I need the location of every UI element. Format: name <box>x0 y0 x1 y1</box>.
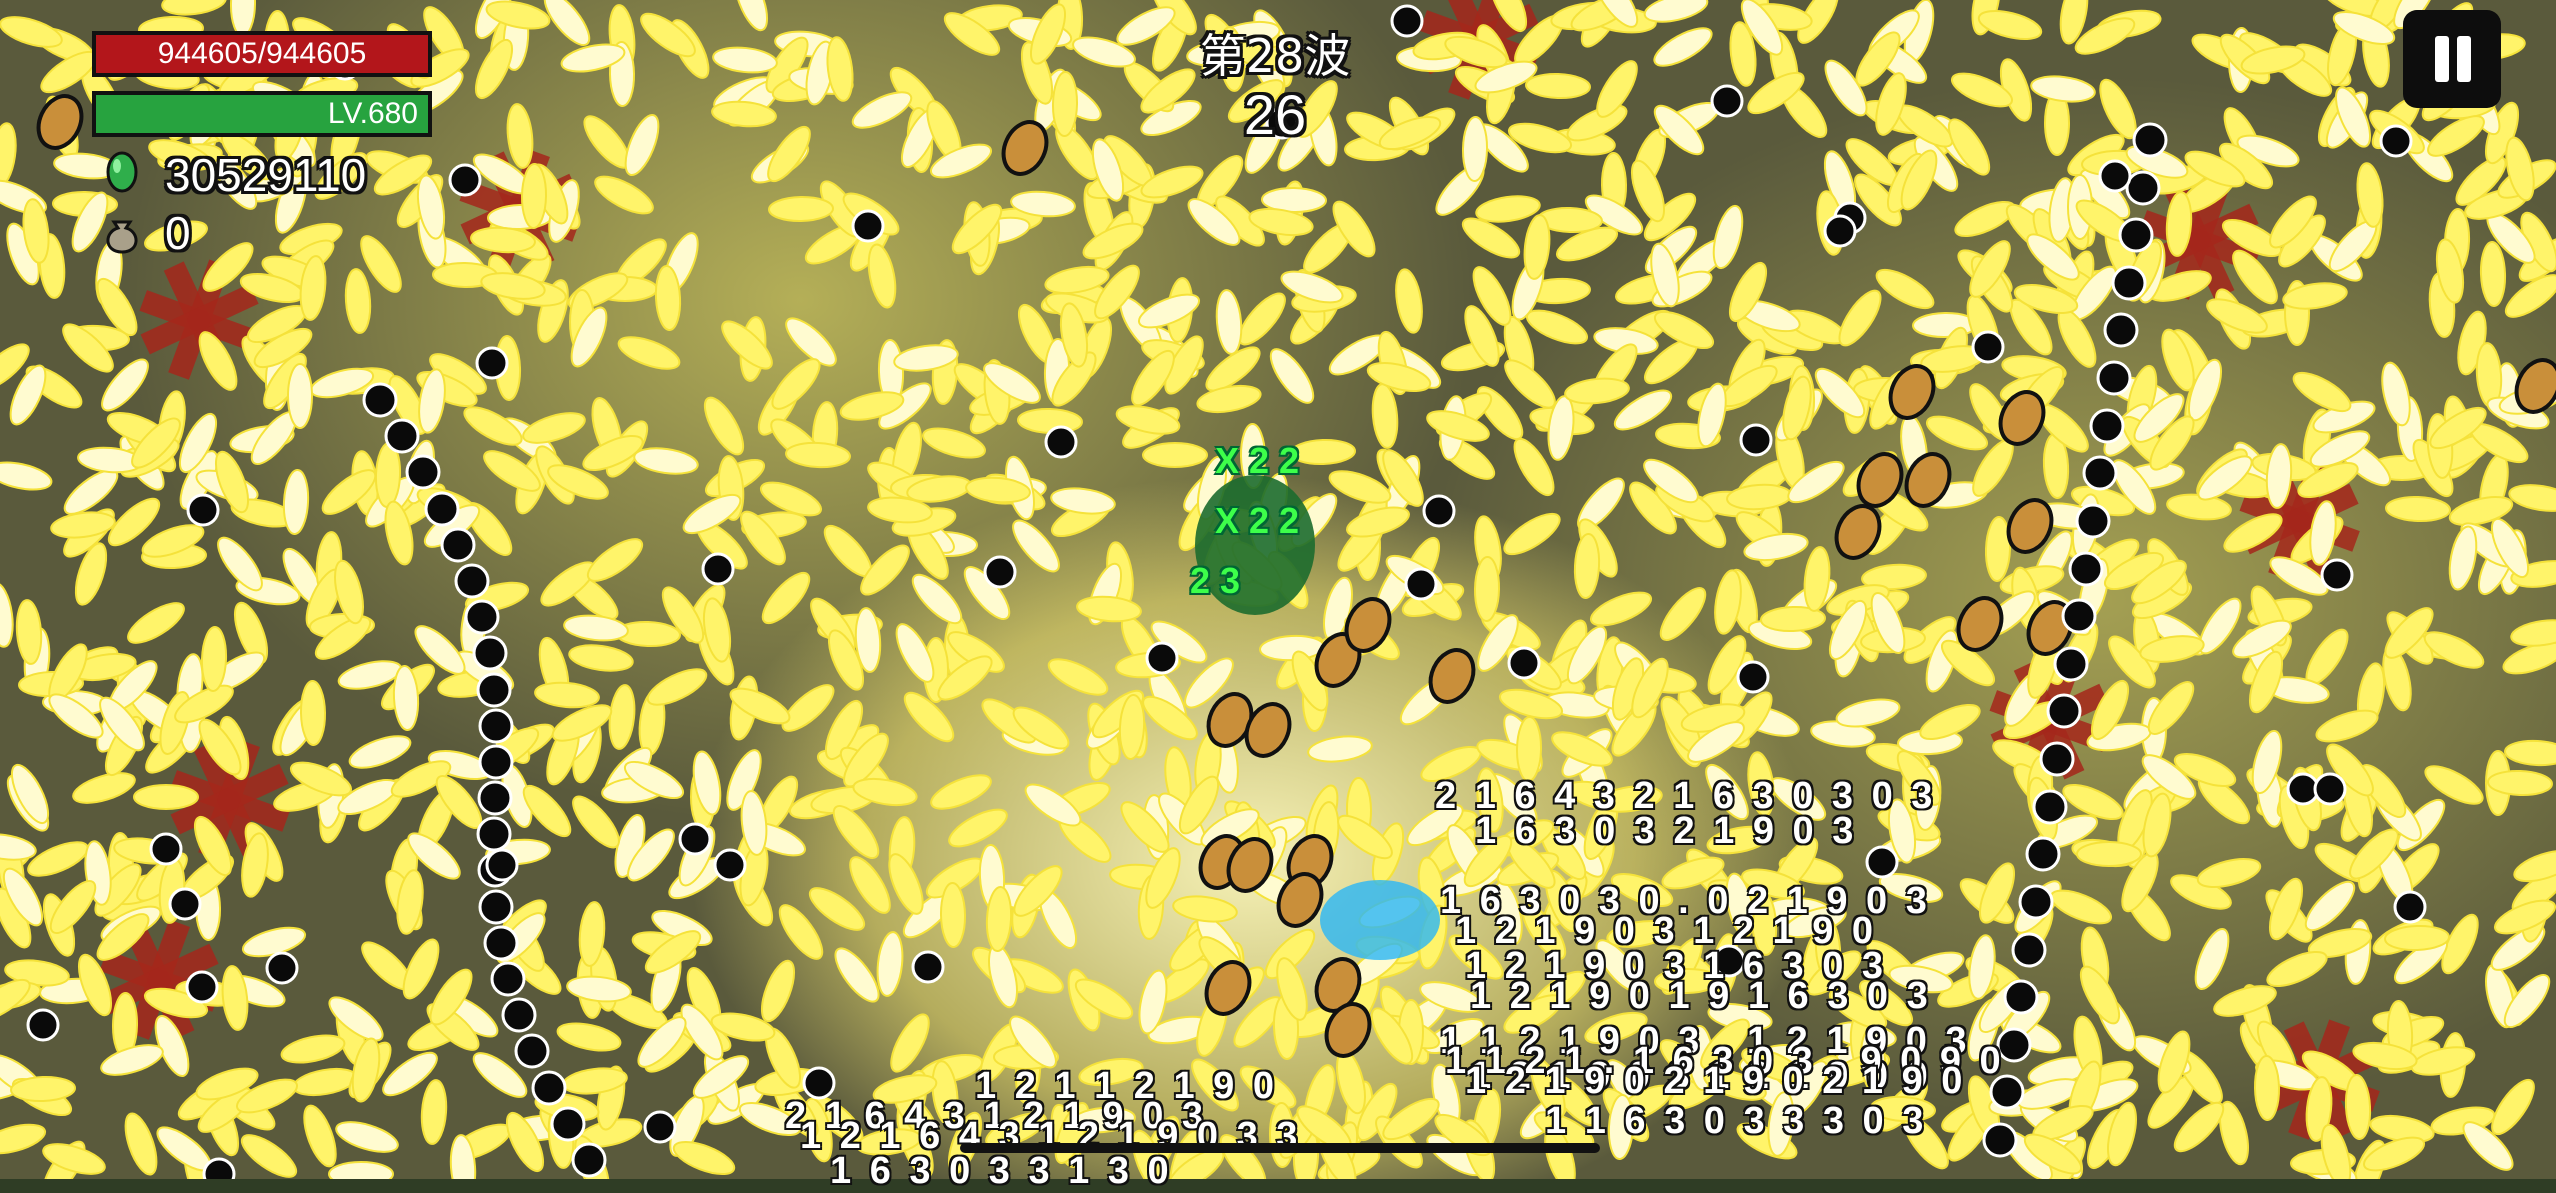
battle-scene <box>0 0 2556 1179</box>
damage-number: 1 2 1 9 0 1 9 1 6 3 0 3 <box>1470 975 1932 1017</box>
damage-number: 1 6 3 0 3 2 1 9 0 3 <box>1475 810 1858 852</box>
heal-number: 2 3 <box>1190 560 1241 601</box>
level-text: LV.680 <box>327 97 418 130</box>
wave-timer: 26 <box>1243 83 1307 146</box>
level-bar: LV.680 <box>92 91 432 137</box>
bag-count: 0 <box>165 207 191 259</box>
gem-count: 30529110 <box>165 149 367 201</box>
home-indicator[interactable] <box>960 1143 1600 1153</box>
ice-effect <box>1320 880 1440 960</box>
game-arena[interactable]: 2 1 6 4 3 2 1 6 3 0 3 0 31 6 3 0 3 2 1 9… <box>0 0 2556 1192</box>
green-gem-icon <box>104 150 140 194</box>
heal-number: X 2 2 <box>1215 500 1300 541</box>
damage-number: 1 2 1 9 0 2 1 9 0 2 1 9 0 <box>1465 1060 1967 1102</box>
hp-text: 944605/944605 <box>157 37 367 70</box>
money-bag-icon <box>100 212 144 256</box>
hp-bar: 944605/944605 <box>92 31 432 77</box>
heal-number: X 2 2 <box>1215 440 1300 481</box>
wave-label: 第28波 <box>1199 29 1351 83</box>
pause-button[interactable] <box>2403 10 2501 108</box>
damage-number: 1 6 3 0 3 3 1 3 0 <box>830 1150 1173 1192</box>
damage-number: 1 1 6 3 0 3 3 3 0 3 <box>1545 1100 1928 1142</box>
